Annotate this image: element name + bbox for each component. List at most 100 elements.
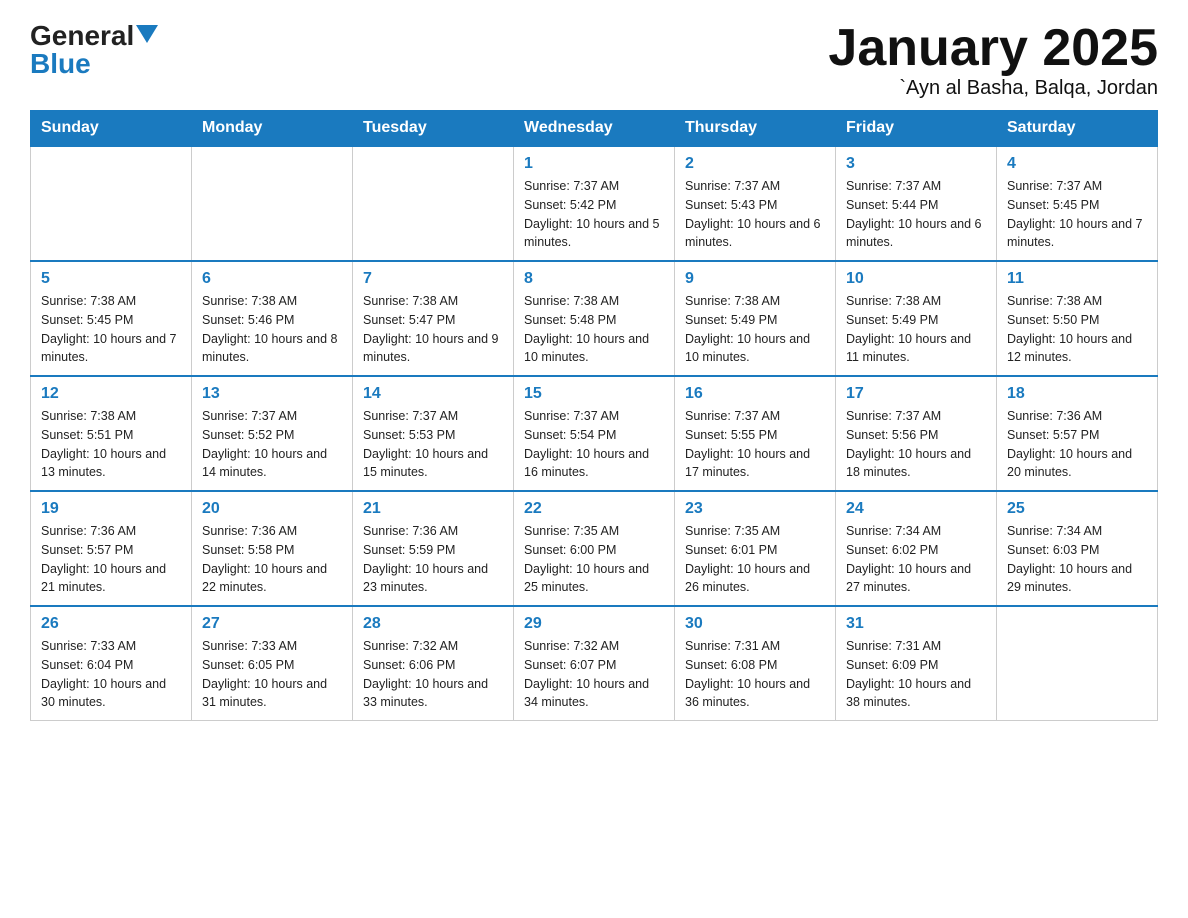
day-info: Sunrise: 7:37 AM Sunset: 5:54 PM Dayligh… [524,407,664,482]
day-info: Sunrise: 7:37 AM Sunset: 5:44 PM Dayligh… [846,177,986,252]
day-header-wednesday: Wednesday [514,111,675,147]
day-number: 21 [363,500,503,518]
day-info: Sunrise: 7:35 AM Sunset: 6:00 PM Dayligh… [524,522,664,597]
calendar-cell: 3 Sunrise: 7:37 AM Sunset: 5:44 PM Daylig… [836,146,997,261]
calendar-cell: 5 Sunrise: 7:38 AM Sunset: 5:45 PM Daylig… [31,261,192,376]
day-number: 25 [1007,500,1147,518]
day-info: Sunrise: 7:38 AM Sunset: 5:50 PM Dayligh… [1007,292,1147,367]
day-number: 13 [202,385,342,403]
day-info: Sunrise: 7:37 AM Sunset: 5:43 PM Dayligh… [685,177,825,252]
day-number: 4 [1007,155,1147,173]
calendar-cell: 18 Sunrise: 7:36 AM Sunset: 5:57 PM Dayli… [997,376,1158,491]
calendar-cell: 23Sunrise: 7:35 AM Sunset: 6:01 PM Dayli… [675,491,836,606]
day-info: Sunrise: 7:34 AM Sunset: 6:03 PM Dayligh… [1007,522,1147,597]
day-header-friday: Friday [836,111,997,147]
week-row-4: 19 Sunrise: 7:36 AM Sunset: 5:57 PM Dayli… [31,491,1158,606]
calendar-cell: 16 Sunrise: 7:37 AM Sunset: 5:55 PM Dayli… [675,376,836,491]
calendar-cell: 11 Sunrise: 7:38 AM Sunset: 5:50 PM Dayli… [997,261,1158,376]
day-number: 29 [524,615,664,633]
week-row-1: 1Sunrise: 7:37 AM Sunset: 5:42 PM Daylig… [31,146,1158,261]
calendar-cell: 29Sunrise: 7:32 AM Sunset: 6:07 PM Dayli… [514,606,675,721]
calendar-header: SundayMondayTuesdayWednesdayThursdayFrid… [31,111,1158,147]
logo-triangle-icon [136,25,158,48]
day-number: 11 [1007,270,1147,288]
day-info: Sunrise: 7:33 AM Sunset: 6:05 PM Dayligh… [202,637,342,712]
calendar-cell: 20 Sunrise: 7:36 AM Sunset: 5:58 PM Dayli… [192,491,353,606]
logo-blue-text: Blue [30,48,91,80]
day-info: Sunrise: 7:32 AM Sunset: 6:06 PM Dayligh… [363,637,503,712]
day-number: 10 [846,270,986,288]
day-info: Sunrise: 7:38 AM Sunset: 5:45 PM Dayligh… [41,292,181,367]
calendar-cell: 25 Sunrise: 7:34 AM Sunset: 6:03 PM Dayli… [997,491,1158,606]
calendar-cell [31,146,192,261]
day-info: Sunrise: 7:36 AM Sunset: 5:59 PM Dayligh… [363,522,503,597]
day-header-tuesday: Tuesday [353,111,514,147]
calendar-cell: 1Sunrise: 7:37 AM Sunset: 5:42 PM Daylig… [514,146,675,261]
calendar-cell: 12Sunrise: 7:38 AM Sunset: 5:51 PM Dayli… [31,376,192,491]
day-info: Sunrise: 7:36 AM Sunset: 5:57 PM Dayligh… [1007,407,1147,482]
day-info: Sunrise: 7:36 AM Sunset: 5:57 PM Dayligh… [41,522,181,597]
day-header-saturday: Saturday [997,111,1158,147]
calendar-cell: 17Sunrise: 7:37 AM Sunset: 5:56 PM Dayli… [836,376,997,491]
calendar-cell: 27Sunrise: 7:33 AM Sunset: 6:05 PM Dayli… [192,606,353,721]
calendar-cell: 26 Sunrise: 7:33 AM Sunset: 6:04 PM Dayli… [31,606,192,721]
week-row-2: 5 Sunrise: 7:38 AM Sunset: 5:45 PM Daylig… [31,261,1158,376]
day-number: 30 [685,615,825,633]
day-info: Sunrise: 7:36 AM Sunset: 5:58 PM Dayligh… [202,522,342,597]
calendar-cell: 2 Sunrise: 7:37 AM Sunset: 5:43 PM Daylig… [675,146,836,261]
day-info: Sunrise: 7:37 AM Sunset: 5:42 PM Dayligh… [524,177,664,252]
calendar-cell: 7 Sunrise: 7:38 AM Sunset: 5:47 PM Daylig… [353,261,514,376]
day-info: Sunrise: 7:38 AM Sunset: 5:48 PM Dayligh… [524,292,664,367]
week-row-5: 26 Sunrise: 7:33 AM Sunset: 6:04 PM Dayli… [31,606,1158,721]
day-info: Sunrise: 7:37 AM Sunset: 5:45 PM Dayligh… [1007,177,1147,252]
day-number: 16 [685,385,825,403]
day-header-thursday: Thursday [675,111,836,147]
day-info: Sunrise: 7:33 AM Sunset: 6:04 PM Dayligh… [41,637,181,712]
day-number: 7 [363,270,503,288]
month-title: January 2025 [828,20,1158,77]
day-number: 22 [524,500,664,518]
day-info: Sunrise: 7:31 AM Sunset: 6:08 PM Dayligh… [685,637,825,712]
day-number: 15 [524,385,664,403]
calendar-cell: 10 Sunrise: 7:38 AM Sunset: 5:49 PM Dayli… [836,261,997,376]
day-info: Sunrise: 7:37 AM Sunset: 5:55 PM Dayligh… [685,407,825,482]
calendar-cell: 14 Sunrise: 7:37 AM Sunset: 5:53 PM Dayli… [353,376,514,491]
calendar-body: 1Sunrise: 7:37 AM Sunset: 5:42 PM Daylig… [31,146,1158,721]
day-info: Sunrise: 7:31 AM Sunset: 6:09 PM Dayligh… [846,637,986,712]
day-number: 17 [846,385,986,403]
calendar-cell: 30 Sunrise: 7:31 AM Sunset: 6:08 PM Dayli… [675,606,836,721]
day-number: 20 [202,500,342,518]
day-header-sunday: Sunday [31,111,192,147]
day-number: 14 [363,385,503,403]
day-number: 2 [685,155,825,173]
day-number: 3 [846,155,986,173]
calendar-cell [192,146,353,261]
logo: General Blue [30,20,158,80]
day-header-monday: Monday [192,111,353,147]
day-number: 23 [685,500,825,518]
calendar-cell: 4 Sunrise: 7:37 AM Sunset: 5:45 PM Daylig… [997,146,1158,261]
calendar-cell: 9Sunrise: 7:38 AM Sunset: 5:49 PM Daylig… [675,261,836,376]
day-number: 31 [846,615,986,633]
day-number: 24 [846,500,986,518]
calendar-cell: 28Sunrise: 7:32 AM Sunset: 6:06 PM Dayli… [353,606,514,721]
day-info: Sunrise: 7:37 AM Sunset: 5:53 PM Dayligh… [363,407,503,482]
day-number: 18 [1007,385,1147,403]
day-number: 19 [41,500,181,518]
calendar-cell: 24Sunrise: 7:34 AM Sunset: 6:02 PM Dayli… [836,491,997,606]
calendar-cell: 15 Sunrise: 7:37 AM Sunset: 5:54 PM Dayli… [514,376,675,491]
day-number: 5 [41,270,181,288]
calendar-cell [353,146,514,261]
day-info: Sunrise: 7:38 AM Sunset: 5:47 PM Dayligh… [363,292,503,367]
day-number: 26 [41,615,181,633]
calendar-cell: 8 Sunrise: 7:38 AM Sunset: 5:48 PM Daylig… [514,261,675,376]
day-number: 8 [524,270,664,288]
calendar-cell: 31 Sunrise: 7:31 AM Sunset: 6:09 PM Dayli… [836,606,997,721]
calendar-cell: 22 Sunrise: 7:35 AM Sunset: 6:00 PM Dayli… [514,491,675,606]
calendar-cell: 6Sunrise: 7:38 AM Sunset: 5:46 PM Daylig… [192,261,353,376]
day-info: Sunrise: 7:38 AM Sunset: 5:46 PM Dayligh… [202,292,342,367]
day-number: 12 [41,385,181,403]
calendar-cell [997,606,1158,721]
day-info: Sunrise: 7:38 AM Sunset: 5:49 PM Dayligh… [846,292,986,367]
calendar-cell: 21 Sunrise: 7:36 AM Sunset: 5:59 PM Dayli… [353,491,514,606]
